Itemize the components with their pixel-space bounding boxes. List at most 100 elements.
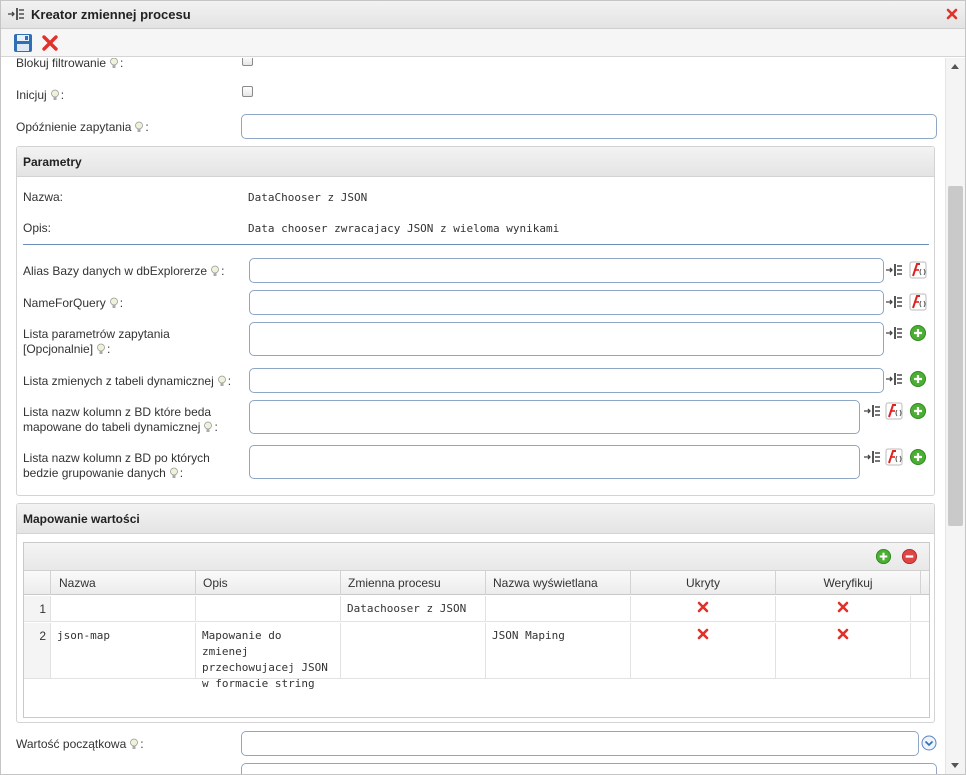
header-rownum: [24, 571, 51, 595]
insert-variable-icon[interactable]: [885, 261, 903, 279]
mapowanie-panel: Mapowanie wartości Nazwa Opis Zmienna pr…: [16, 503, 935, 723]
opoznienie-input[interactable]: [241, 114, 937, 139]
title-bar[interactable]: Kreator zmiennej procesu: [1, 1, 965, 29]
hint-bulb-icon[interactable]: [217, 375, 227, 387]
remove-row-icon[interactable]: [901, 548, 918, 565]
lista-parametrow-label: Lista parametrów zapytania [Opcjonalnie]…: [23, 327, 170, 356]
grid-toolbar: [24, 543, 929, 571]
name-for-query-input[interactable]: [249, 290, 884, 315]
hint-bulb-icon[interactable]: [129, 738, 139, 750]
cell-nazwa[interactable]: [51, 596, 196, 621]
close-icon[interactable]: [945, 7, 959, 21]
cancel-icon[interactable]: [40, 33, 60, 53]
cell-ukryty[interactable]: [631, 623, 776, 678]
header-ukryty[interactable]: Ukryty: [631, 571, 776, 595]
inicjuj-checkbox[interactable]: [242, 86, 253, 97]
header-weryfikuj[interactable]: Weryfikuj: [776, 571, 921, 595]
blokuj-filtrowanie-checkbox[interactable]: [242, 58, 253, 66]
cell-opis[interactable]: [196, 596, 341, 621]
wartosc-poczatkowa-input[interactable]: [241, 731, 919, 756]
false-x-icon: [697, 628, 709, 640]
header-nazwa-wyswietlana[interactable]: Nazwa wyświetlana: [486, 571, 631, 595]
mapowanie-header[interactable]: Mapowanie wartości: [17, 504, 934, 534]
row-number: 2: [24, 623, 51, 678]
header-opis[interactable]: Opis: [196, 571, 341, 595]
window-title: Kreator zmiennej procesu: [31, 7, 191, 22]
insert-variable-icon[interactable]: [863, 402, 881, 420]
nazwa-label: Nazwa:: [23, 190, 64, 204]
insert-variable-icon[interactable]: [885, 324, 903, 342]
hint-bulb-icon[interactable]: [203, 421, 213, 433]
form-content[interactable]: Blokuj filtrowanie: Inicjuj: Opóźnienie …: [1, 58, 945, 774]
dialog-window: Kreator zmiennej procesu Blokuj filtrowa…: [0, 0, 966, 775]
insert-variable-icon[interactable]: [885, 293, 903, 311]
cell-nazwa-wyswietlana[interactable]: JSON Maping: [486, 623, 631, 678]
insert-variable-icon[interactable]: [863, 448, 881, 466]
scrollbar-thumb[interactable]: [948, 186, 963, 526]
kolumny-mapowane-input[interactable]: [249, 400, 860, 434]
lista-parametrow-input[interactable]: [249, 322, 884, 356]
process-variable-icon: [8, 8, 24, 20]
blokuj-filtrowanie-label: Blokuj filtrowanie:: [16, 58, 124, 70]
name-for-query-label: NameForQuery:: [23, 296, 124, 310]
add-icon[interactable]: [909, 448, 927, 466]
toolbar: [1, 29, 965, 57]
hint-bulb-icon[interactable]: [96, 343, 106, 355]
false-x-icon: [837, 601, 849, 613]
opis-value: Data chooser zwracajacy JSON z wieloma w…: [248, 222, 560, 235]
hint-bulb-icon[interactable]: [109, 297, 119, 309]
lista-zmiennych-label: Lista zmienych z tabeli dynamicznej:: [23, 374, 232, 388]
function-icon[interactable]: [909, 261, 927, 279]
mapping-grid: Nazwa Opis Zmienna procesu Nazwa wyświet…: [23, 542, 930, 718]
grid-header-row: Nazwa Opis Zmienna procesu Nazwa wyświet…: [24, 571, 929, 595]
function-icon[interactable]: [885, 402, 903, 420]
hint-bulb-icon[interactable]: [109, 58, 119, 69]
cell-opis[interactable]: Mapowanie do zmienej przechowujacej JSON…: [196, 623, 341, 690]
vertical-scrollbar[interactable]: [945, 58, 965, 774]
lista-zmiennych-input[interactable]: [249, 368, 884, 393]
cell-nazwa-wyswietlana[interactable]: [486, 596, 631, 621]
alias-bazy-label: Alias Bazy danych w dbExplorerze:: [23, 264, 225, 278]
cell-zmienna-procesu[interactable]: [341, 623, 486, 678]
add-icon[interactable]: [909, 324, 927, 342]
cell-zmienna-procesu[interactable]: Datachooser z JSON: [341, 596, 486, 621]
inicjuj-label: Inicjuj:: [16, 88, 65, 102]
opis-label: Opis:: [23, 221, 52, 235]
cell-weryfikuj[interactable]: [776, 623, 911, 678]
false-x-icon: [837, 628, 849, 640]
kolumny-grupowanie-label: Lista nazw kolumn z BD po których bedzie…: [23, 451, 210, 480]
alias-bazy-input[interactable]: [249, 258, 884, 283]
table-row[interactable]: 2 json-map Mapowanie do zmienej przechow…: [24, 623, 929, 690]
header-nazwa[interactable]: Nazwa: [51, 571, 196, 595]
cell-weryfikuj[interactable]: [776, 596, 911, 621]
row-number: 1: [24, 596, 51, 621]
parametry-panel: Parametry Nazwa: DataChooser z JSON Opis…: [16, 146, 935, 496]
save-icon[interactable]: [13, 33, 33, 53]
nazwa-value: DataChooser z JSON: [248, 191, 368, 204]
dropdown-icon[interactable]: [921, 735, 937, 751]
mapowanie-title: Mapowanie wartości: [23, 512, 140, 526]
add-icon[interactable]: [909, 370, 927, 388]
parametry-title: Parametry: [23, 155, 82, 169]
function-icon[interactable]: [909, 293, 927, 311]
hint-bulb-icon[interactable]: [169, 467, 179, 479]
function-icon[interactable]: [885, 448, 903, 466]
hint-bulb-icon[interactable]: [210, 265, 220, 277]
next-field-input[interactable]: [241, 763, 937, 774]
table-row[interactable]: 1 Datachooser z JSON: [24, 596, 929, 622]
hint-bulb-icon[interactable]: [50, 89, 60, 101]
separator: [23, 244, 929, 245]
hint-bulb-icon[interactable]: [134, 121, 144, 133]
header-zmienna-procesu[interactable]: Zmienna procesu: [341, 571, 486, 595]
false-x-icon: [697, 601, 709, 613]
parametry-header[interactable]: Parametry: [17, 147, 934, 177]
scroll-down-icon[interactable]: [951, 763, 959, 768]
add-icon[interactable]: [909, 402, 927, 420]
opoznienie-label: Opóźnienie zapytania:: [16, 120, 149, 134]
scroll-up-icon[interactable]: [951, 64, 959, 69]
add-row-icon[interactable]: [875, 548, 892, 565]
cell-ukryty[interactable]: [631, 596, 776, 621]
insert-variable-icon[interactable]: [885, 370, 903, 388]
cell-nazwa[interactable]: json-map: [51, 623, 196, 678]
kolumny-grupowanie-input[interactable]: [249, 445, 860, 479]
